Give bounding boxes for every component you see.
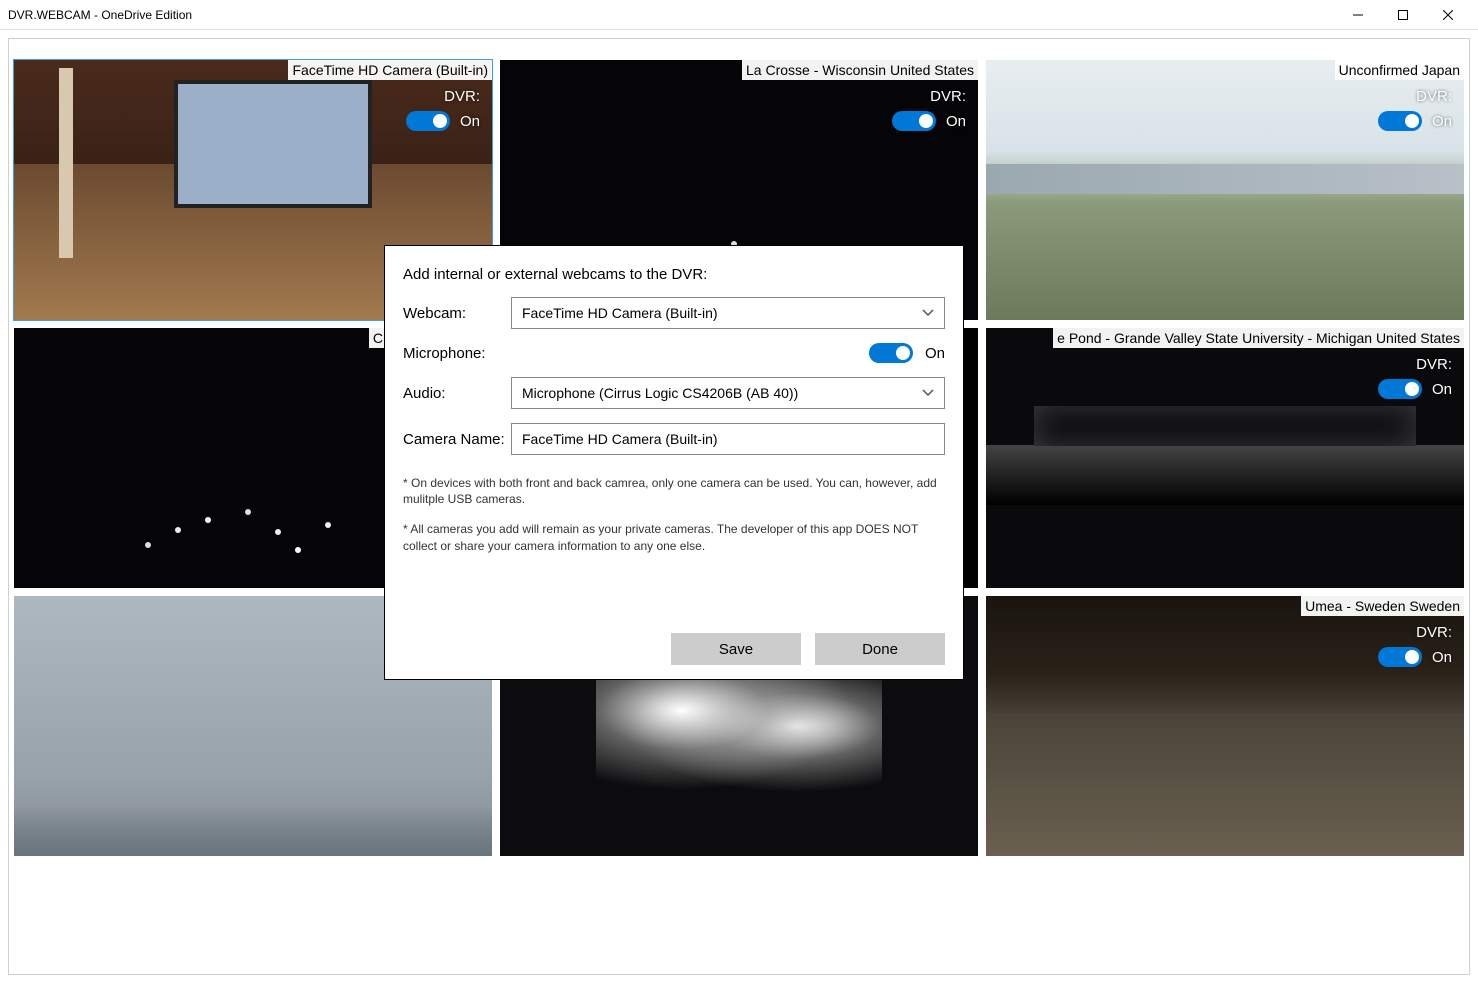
camera-name-input[interactable]	[511, 423, 945, 455]
camera-tile[interactable]: Umea - Sweden Sweden DVR: On	[986, 596, 1464, 856]
dvr-toggle[interactable]	[892, 111, 936, 131]
camera-name-tag: Umea - Sweden Sweden	[1301, 596, 1464, 616]
camera-name-row: Camera Name:	[403, 423, 945, 455]
chevron-down-icon	[922, 306, 934, 320]
dvr-toggle[interactable]	[1378, 647, 1422, 667]
window-title: DVR.WEBCAM - OneDrive Edition	[8, 8, 1335, 22]
close-button[interactable]	[1425, 0, 1470, 30]
dvr-label: DVR:	[1416, 88, 1452, 105]
dialog-buttons: Save Done	[403, 633, 945, 665]
microphone-label: Microphone:	[403, 345, 511, 362]
dialog-note-2: * All cameras you add will remain as you…	[403, 521, 945, 553]
camera-dvr-overlay: DVR: On	[1378, 88, 1452, 131]
dialog-heading: Add internal or external webcams to the …	[403, 266, 945, 283]
minimize-button[interactable]	[1335, 0, 1380, 30]
window-controls	[1335, 0, 1470, 30]
dvr-toggle[interactable]	[1378, 111, 1422, 131]
camera-name-tag: Unconfirmed Japan	[1335, 60, 1464, 80]
camera-name-tag: e Pond - Grande Valley State University …	[1053, 328, 1464, 348]
webcam-row: Webcam: FaceTime HD Camera (Built-in)	[403, 297, 945, 329]
dvr-toggle[interactable]	[406, 111, 450, 131]
webcam-label: Webcam:	[403, 305, 511, 322]
add-webcam-dialog: Add internal or external webcams to the …	[384, 245, 964, 680]
dvr-label: DVR:	[1416, 624, 1452, 641]
audio-row: Audio: Microphone (Cirrus Logic CS4206B …	[403, 377, 945, 409]
save-button[interactable]: Save	[671, 633, 801, 665]
chevron-down-icon	[922, 386, 934, 400]
audio-select-value: Microphone (Cirrus Logic CS4206B (AB 40)…	[522, 385, 798, 401]
camera-tile[interactable]: e Pond - Grande Valley State University …	[986, 328, 1464, 588]
camera-name-label: Camera Name:	[403, 431, 511, 448]
camera-dvr-overlay: DVR: On	[406, 88, 480, 131]
camera-dvr-overlay: DVR: On	[1378, 356, 1452, 399]
audio-label: Audio:	[403, 385, 511, 402]
dvr-state: On	[460, 113, 480, 130]
microphone-state: On	[925, 345, 945, 362]
camera-tile[interactable]: Unconfirmed Japan DVR: On	[986, 60, 1464, 320]
dvr-toggle[interactable]	[1378, 379, 1422, 399]
camera-name-tag: La Crosse - Wisconsin United States	[742, 60, 978, 80]
dvr-state: On	[1432, 381, 1452, 398]
dialog-note-1: * On devices with both front and back ca…	[403, 475, 945, 507]
dvr-label: DVR:	[1416, 356, 1452, 373]
maximize-button[interactable]	[1380, 0, 1425, 30]
dvr-label: DVR:	[930, 88, 966, 105]
camera-name-tag: FaceTime HD Camera (Built-in)	[288, 60, 492, 80]
done-button[interactable]: Done	[815, 633, 945, 665]
dvr-state: On	[1432, 113, 1452, 130]
webcam-select[interactable]: FaceTime HD Camera (Built-in)	[511, 297, 945, 329]
audio-select[interactable]: Microphone (Cirrus Logic CS4206B (AB 40)…	[511, 377, 945, 409]
microphone-row: Microphone: On	[403, 343, 945, 363]
dvr-label: DVR:	[444, 88, 480, 105]
dvr-state: On	[946, 113, 966, 130]
titlebar: DVR.WEBCAM - OneDrive Edition	[0, 0, 1478, 30]
webcam-select-value: FaceTime HD Camera (Built-in)	[522, 305, 718, 321]
microphone-toggle[interactable]	[869, 343, 913, 363]
camera-dvr-overlay: DVR: On	[1378, 624, 1452, 667]
camera-dvr-overlay: DVR: On	[892, 88, 966, 131]
dvr-state: On	[1432, 649, 1452, 666]
